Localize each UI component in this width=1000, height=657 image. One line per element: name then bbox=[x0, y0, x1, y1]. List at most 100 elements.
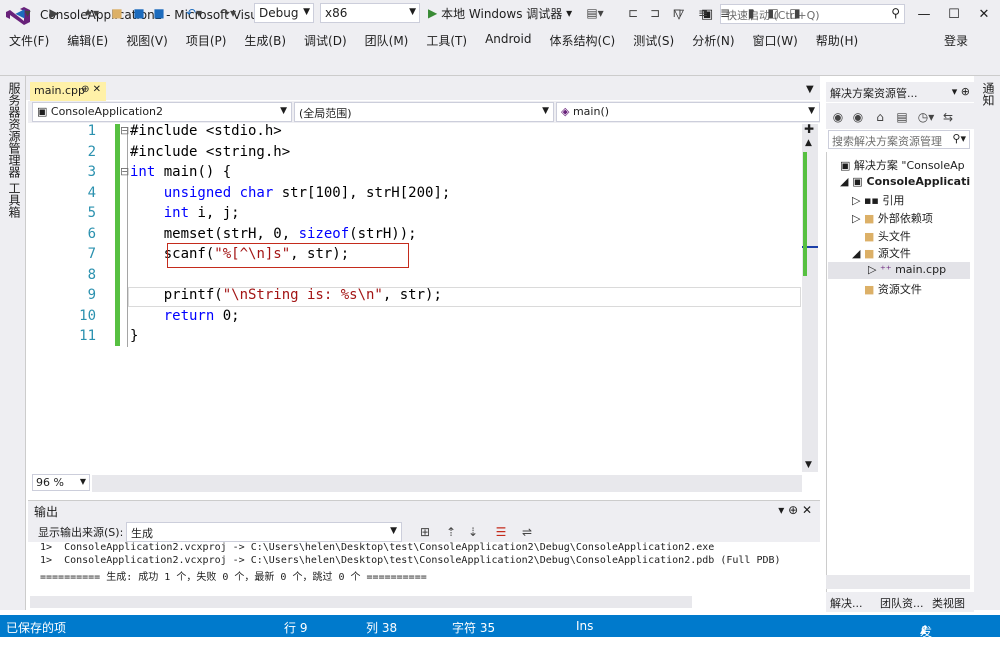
menu-android[interactable]: Android bbox=[476, 30, 540, 50]
sync-icon[interactable]: ⇆ bbox=[940, 108, 956, 126]
tree-references[interactable]: ▷ ▪▪ 引用 bbox=[852, 192, 904, 208]
project-select[interactable]: ▣ ConsoleApplication2 ▼ bbox=[32, 102, 292, 122]
toolbar-icon-b[interactable]: ⊐ bbox=[646, 4, 664, 22]
tree-resource-files[interactable]: ■ 资源文件 bbox=[864, 281, 922, 297]
toolbar-icon-c[interactable]: ⊓ bbox=[668, 4, 686, 22]
tree-solution[interactable]: ▣ 解决方案 "ConsoleAp bbox=[840, 157, 965, 173]
back-icon[interactable]: ◀ ▾ bbox=[6, 4, 40, 22]
word-wrap-icon[interactable]: ⇌ bbox=[518, 523, 536, 541]
tab-overflow-icon[interactable]: ▼ bbox=[806, 84, 814, 95]
login-link[interactable]: 登录 bbox=[944, 32, 968, 49]
undo-icon[interactable]: ↶ ▾ bbox=[180, 4, 208, 22]
output-window-controls[interactable]: ▾ ⊕ ✕ bbox=[778, 503, 812, 517]
code-line: return 0; bbox=[130, 308, 240, 324]
home-icon[interactable]: ⌂ bbox=[872, 108, 888, 126]
document-tab-bar bbox=[26, 76, 820, 100]
clear-all-icon[interactable]: ☰ bbox=[492, 523, 510, 541]
output-source-label: 显示输出来源(S): bbox=[38, 526, 124, 539]
open-file-icon[interactable]: ■ bbox=[108, 4, 126, 22]
menu-edit[interactable]: 编辑(E) bbox=[58, 30, 117, 50]
menu-view[interactable]: 视图(V) bbox=[117, 30, 177, 50]
menu-help[interactable]: 帮助(H) bbox=[807, 30, 867, 50]
menu-analyze[interactable]: 分析(N) bbox=[683, 30, 743, 50]
menu-team[interactable]: 团队(M) bbox=[356, 30, 418, 50]
tab-team-explorer[interactable]: 团队资... bbox=[880, 595, 924, 611]
output-source-select[interactable]: 生成 ▼ bbox=[126, 522, 402, 542]
member-select[interactable]: ◈ main() ▼ bbox=[556, 102, 820, 122]
code-keyword: unsigned char bbox=[163, 184, 274, 201]
tree-source-files[interactable]: ◢ ■ 源文件 bbox=[852, 245, 911, 261]
folder-open-icon: ■ bbox=[863, 247, 878, 260]
output-next-icon[interactable]: ⇣ bbox=[464, 523, 482, 541]
tree-project[interactable]: ◢ ▣ ConsoleApplicati bbox=[840, 175, 970, 188]
menu-project[interactable]: 项目(P) bbox=[177, 30, 236, 50]
output-line: 1> ConsoleApplication2.vcxproj -> C:\Use… bbox=[40, 542, 715, 553]
code-text: , str); bbox=[382, 287, 442, 303]
bookmark-icon[interactable]: ▮ bbox=[742, 4, 760, 22]
new-project-icon[interactable]: ✦▾ bbox=[78, 4, 104, 22]
redo-icon[interactable]: ↷▾ bbox=[214, 4, 242, 22]
sol-forward-icon[interactable]: ◉ bbox=[850, 108, 866, 126]
scroll-down-icon[interactable]: ▼ bbox=[805, 460, 812, 470]
menu-window[interactable]: 窗口(W) bbox=[744, 30, 807, 50]
notifications-tab[interactable]: 通知 bbox=[980, 82, 997, 106]
line-number: 10 bbox=[79, 307, 96, 324]
toolbar-icon-a[interactable]: ⊏ bbox=[624, 4, 642, 22]
function-icon: ◈ bbox=[561, 105, 573, 118]
collapse-main-icon[interactable]: ⊟ bbox=[120, 165, 129, 178]
toolbox-tab[interactable]: 工具箱 bbox=[6, 182, 23, 218]
tab-solution-explorer[interactable]: 解决... bbox=[830, 595, 863, 611]
save-all-icon[interactable]: ■ bbox=[150, 4, 168, 22]
platform-select[interactable]: x86 ▼ bbox=[320, 3, 420, 23]
output-horizontal-scrollbar[interactable] bbox=[30, 596, 692, 608]
editor-horizontal-scrollbar[interactable] bbox=[92, 475, 802, 492]
menu-file[interactable]: 文件(F) bbox=[0, 30, 58, 50]
zoom-select[interactable]: 96 % ▼ bbox=[32, 474, 90, 491]
sol-back-icon[interactable]: ◉ bbox=[830, 108, 846, 126]
scroll-up-icon[interactable]: ▲ bbox=[805, 138, 812, 148]
minimize-button[interactable]: — bbox=[910, 3, 938, 25]
prev-bookmark-icon[interactable]: ◧ bbox=[764, 4, 782, 22]
output-prev-icon[interactable]: ⇡ bbox=[442, 523, 460, 541]
split-icon[interactable]: ✚ bbox=[804, 122, 814, 136]
history-icon[interactable]: ◷▾ bbox=[914, 108, 938, 126]
close-button[interactable]: ✕ bbox=[970, 3, 998, 25]
solution-pin-icon[interactable]: ▾ ⊕ bbox=[952, 85, 970, 98]
code-keyword: int bbox=[163, 205, 190, 221]
server-explorer-tab[interactable]: 服务器资源管理器 bbox=[6, 82, 23, 178]
collapse-icon[interactable]: ⊟ bbox=[120, 124, 129, 137]
tree-header-files[interactable]: ■ 头文件 bbox=[864, 228, 911, 244]
toolbar-icon-d[interactable]: ≡ bbox=[694, 4, 712, 22]
menu-tools[interactable]: 工具(T) bbox=[417, 30, 476, 50]
menu-build[interactable]: 生成(B) bbox=[235, 30, 295, 50]
status-ready: 已保存的项 bbox=[6, 621, 67, 635]
scope-select[interactable]: (全局范围) ▼ bbox=[294, 102, 554, 122]
expand-icon: ◢ bbox=[852, 247, 864, 260]
sol-switch-icon[interactable]: ▤ bbox=[894, 108, 910, 126]
line-number: 3 bbox=[87, 164, 96, 180]
pin-close-icon[interactable]: ⊕ ✕ bbox=[81, 84, 101, 95]
tree-main-cpp[interactable]: ▷ ⁺⁺ main.cpp bbox=[868, 263, 946, 276]
configuration-select[interactable]: Debug ▼ bbox=[254, 3, 314, 23]
tree-external-deps[interactable]: ▷ ■ 外部依赖项 bbox=[852, 210, 933, 226]
menu-architecture[interactable]: 体系结构(C) bbox=[540, 30, 624, 50]
maximize-button[interactable]: ☐ bbox=[940, 3, 968, 25]
next-bookmark-icon[interactable]: ◨ bbox=[786, 4, 804, 22]
solution-search-input[interactable]: 搜索解决方案资源管理 ⚲▾ bbox=[828, 130, 970, 149]
status-char: 字符 35 bbox=[452, 621, 496, 635]
toolbar-icon-e[interactable]: ≣ bbox=[716, 4, 734, 22]
menu-test[interactable]: 测试(S) bbox=[624, 30, 683, 50]
tab-main-cpp[interactable]: main.cpp ⊕ ✕ bbox=[30, 82, 106, 101]
code-line: printf("\nString is: %s\n", str); bbox=[130, 287, 442, 303]
code-line: #include <stdio.h> bbox=[130, 123, 282, 139]
tab-class-view[interactable]: 类视图 bbox=[932, 595, 965, 611]
save-icon[interactable]: ■ bbox=[130, 4, 148, 22]
start-debugging-button[interactable]: ▶ 本地 Windows 调试器 ▾ bbox=[428, 4, 574, 22]
line-number: 5 bbox=[87, 205, 96, 221]
solution-horizontal-scrollbar[interactable] bbox=[826, 575, 970, 589]
forward-icon[interactable]: ▶ bbox=[44, 4, 64, 22]
browser-link-icon[interactable]: ▤▾ bbox=[582, 4, 608, 22]
menu-debug[interactable]: 调试(D) bbox=[295, 30, 356, 50]
output-goto-icon[interactable]: ⊞ bbox=[416, 523, 434, 541]
